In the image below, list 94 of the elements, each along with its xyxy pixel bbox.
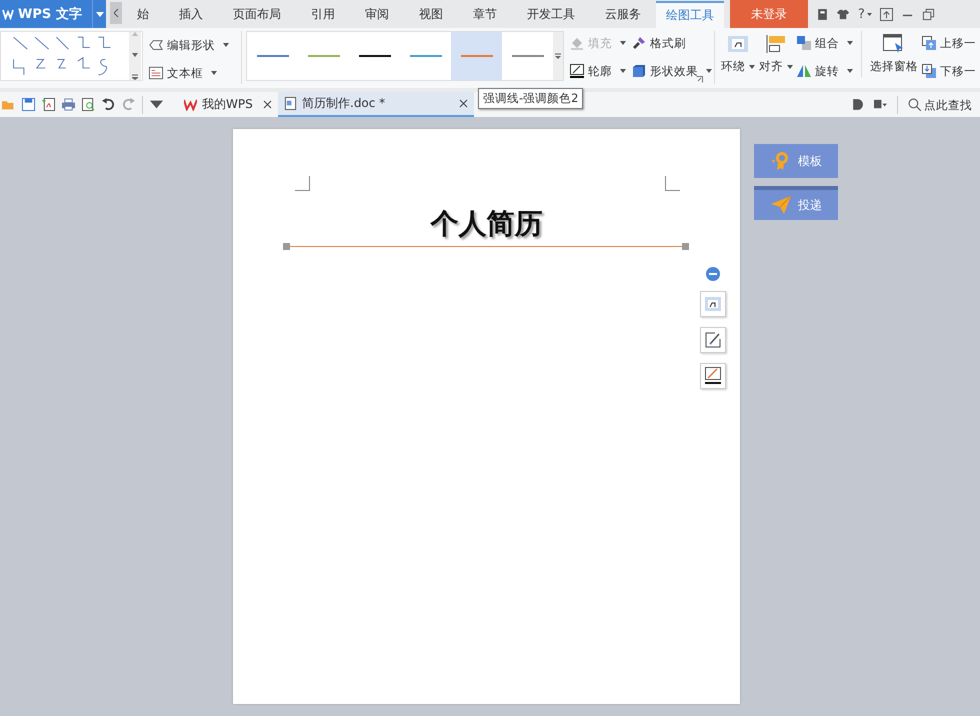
menu-tab[interactable]: 插入 [164, 0, 218, 28]
menu-tab[interactable]: 开发工具 [512, 0, 590, 28]
layer-up-icon [922, 36, 936, 50]
window-pointer-icon [883, 34, 905, 54]
paper-plane-icon [770, 195, 792, 215]
selected-line-shape[interactable] [283, 243, 689, 250]
caret-icon [706, 69, 712, 73]
caret-icon [211, 71, 217, 75]
outline-pen-icon [704, 367, 722, 385]
w-logo-icon [2, 8, 14, 20]
skin-icon[interactable] [816, 8, 829, 20]
caret-icon [96, 12, 104, 16]
resize-handle[interactable] [682, 243, 689, 250]
menu-tab[interactable]: 绘图工具 [656, 1, 724, 28]
pencil-square-icon [705, 332, 721, 348]
edit-shape-button[interactable] [700, 327, 726, 353]
menu-tab[interactable]: 始 [122, 0, 164, 28]
wrap-button[interactable]: 环绕 [721, 31, 755, 74]
text-box-icon [149, 66, 163, 80]
move-up-button[interactable]: 上移一 [922, 33, 976, 53]
wrap-text-icon [705, 297, 721, 311]
expand-gallery-icon[interactable] [132, 74, 138, 80]
caret-icon [223, 43, 229, 47]
flip-triangles-icon [797, 64, 811, 78]
chevron-left-icon [114, 9, 118, 17]
document-title: 个人简历 [429, 206, 544, 242]
rotate-button[interactable]: 旋转 [797, 61, 853, 81]
move-down-button[interactable]: 下移一 [922, 61, 976, 81]
document-icon [284, 97, 297, 110]
scroll-down-icon[interactable] [132, 53, 138, 57]
undo-icon[interactable] [102, 98, 115, 111]
tooltip: 强调线-强调颜色2 [478, 88, 584, 109]
brush-icon [632, 36, 646, 50]
close-tab-button[interactable] [459, 99, 468, 108]
outline-button[interactable]: 轮廓 [570, 61, 626, 81]
caret-icon [749, 64, 755, 69]
expand-gallery-icon [555, 53, 561, 59]
cube-icon [632, 64, 646, 78]
menu-tab[interactable]: 审阅 [350, 0, 404, 28]
caret-icon [620, 41, 626, 45]
close-icon [263, 100, 272, 109]
menu-tab[interactable]: 云服务 [590, 0, 656, 28]
layer-down-icon [922, 64, 936, 78]
save-icon[interactable] [22, 98, 35, 111]
document-tab[interactable]: 我的WPS [178, 92, 278, 117]
wrap-text-icon [727, 34, 749, 54]
caret-icon[interactable] [150, 98, 163, 111]
tab-label: 我的WPS [202, 96, 254, 113]
collapse-ribbon-icon[interactable] [880, 8, 893, 20]
text-box-button[interactable]: 文本框 [149, 63, 233, 83]
caret-icon [866, 12, 872, 16]
dialog-launcher-icon[interactable] [696, 76, 703, 83]
shape-effects-button[interactable]: 形状效果 [632, 61, 712, 81]
document-tab[interactable]: 简历制作.doc * [278, 92, 474, 117]
align-icon [765, 34, 787, 54]
scroll-left-button[interactable] [110, 2, 122, 24]
resize-handle[interactable] [283, 243, 290, 250]
menu-tab[interactable]: 页面布局 [218, 0, 296, 28]
line-style-swatch[interactable] [451, 32, 502, 80]
gallery-scrollbar[interactable] [129, 32, 141, 80]
d-badge-icon[interactable] [851, 98, 864, 111]
outline-pen-icon [570, 64, 584, 78]
print-icon[interactable] [62, 98, 75, 111]
caret-icon [847, 69, 853, 73]
outline-style-button[interactable] [700, 363, 726, 389]
close-tab-button[interactable] [263, 100, 272, 109]
gallery-more-button[interactable] [553, 32, 563, 80]
help-button[interactable]: ? [858, 6, 872, 22]
menu-tab[interactable]: 章节 [458, 0, 512, 28]
menu-tab[interactable]: 视图 [404, 0, 458, 28]
paint-bucket-icon [570, 36, 584, 50]
caret-icon [847, 41, 853, 45]
restore-icon[interactable] [922, 8, 935, 20]
app-dropdown-button[interactable] [92, 0, 106, 28]
caret-icon [620, 69, 626, 73]
app-menu-button[interactable]: WPS 文字 [0, 0, 92, 28]
pdf-export-icon[interactable] [42, 98, 55, 111]
group-squares-icon [797, 36, 811, 50]
search-icon [908, 98, 921, 111]
edit-shape-button[interactable]: 编辑形状 [149, 35, 233, 55]
search-field[interactable]: 点此查找 [908, 98, 980, 112]
close-icon [459, 99, 468, 108]
collapse-icon[interactable] [706, 267, 720, 281]
shirt-icon[interactable] [837, 8, 850, 20]
align-button[interactable]: 对齐 [759, 31, 793, 74]
tab-label: 简历制作.doc * [302, 95, 386, 112]
caret-icon [787, 64, 793, 69]
w-logo-icon [184, 98, 197, 111]
menu-tab[interactable]: 引用 [296, 0, 350, 28]
selection-pane-button[interactable]: 选择窗格 [870, 31, 918, 74]
group-button[interactable]: 组合 [797, 33, 853, 53]
shape-outline-icon [149, 38, 163, 52]
format-painter-button[interactable]: 格式刷 [632, 33, 686, 53]
print-preview-icon[interactable] [82, 98, 95, 111]
